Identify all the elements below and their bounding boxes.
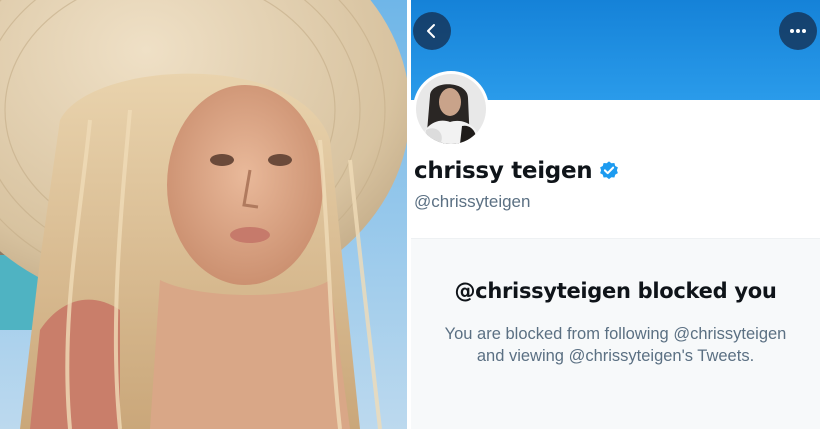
avatar-photo — [416, 74, 486, 144]
twitter-profile-screen: chrissy teigen @chrissyteigen @chrissyte… — [411, 0, 820, 429]
selfie-photo-illustration — [0, 0, 407, 429]
more-horizontal-icon — [790, 29, 806, 33]
avatar[interactable] — [413, 71, 489, 147]
verified-badge-icon — [600, 161, 619, 180]
blocked-description: You are blocked from following @chrissyt… — [411, 323, 820, 367]
blocked-description-line-1: You are blocked from following @chrissyt… — [444, 325, 787, 343]
selfie-photo — [0, 0, 407, 429]
more-options-button[interactable] — [779, 12, 817, 50]
blocked-title: @chrissyteigen blocked you — [454, 279, 777, 303]
profile-name: chrissy teigen — [414, 158, 593, 184]
blocked-description-line-2: and viewing @chrissyteigen's Tweets. — [476, 347, 755, 365]
profile-name-row: chrissy teigen — [414, 158, 620, 184]
chevron-left-icon — [427, 24, 435, 38]
back-button[interactable] — [413, 12, 451, 50]
blocked-notice: @chrissyteigen blocked you You are block… — [411, 238, 820, 429]
profile-handle: @chrissyteigen — [414, 192, 531, 211]
